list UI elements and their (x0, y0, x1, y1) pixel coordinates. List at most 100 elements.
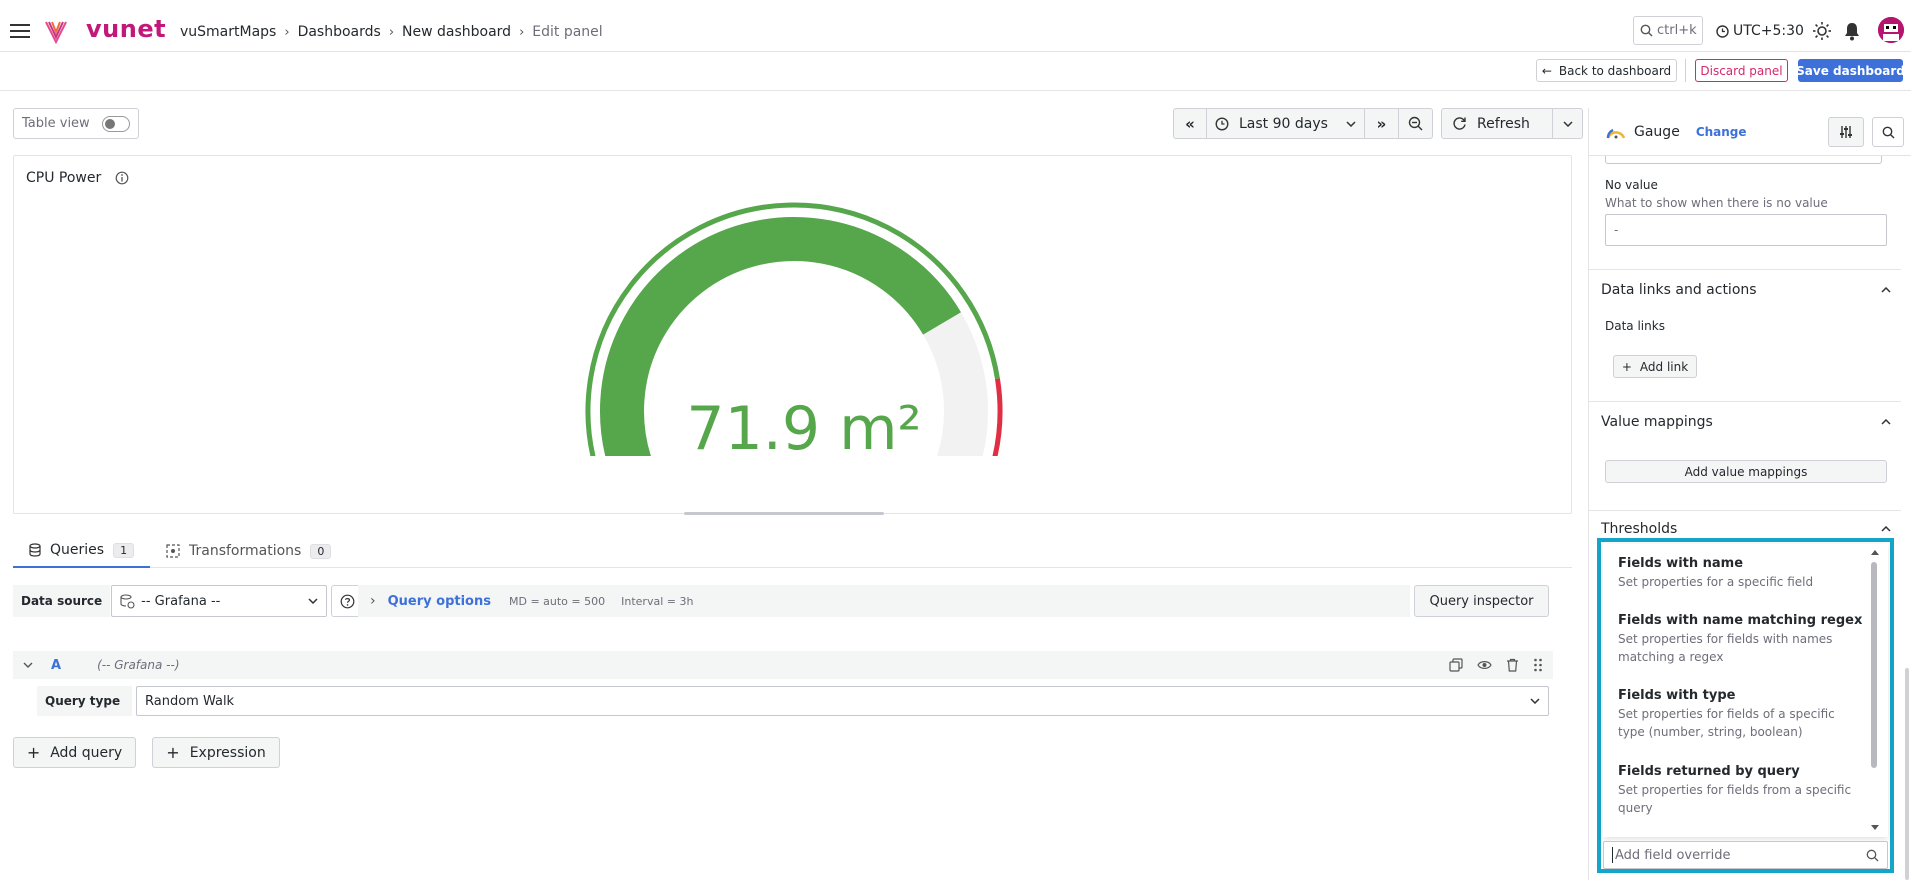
tab-transformations[interactable]: Transformations 0 (166, 534, 332, 568)
no-value-description: What to show when there is no value (1605, 196, 1828, 210)
theme-toggle-sun-icon[interactable] (1812, 21, 1832, 41)
gauge-icon (1605, 123, 1627, 141)
top-navigation-bar: vunet vuSmartMaps › Dashboards › New das… (0, 10, 1911, 52)
timezone-label: UTC+5:30 (1733, 23, 1804, 39)
add-link-button[interactable]: + Add link (1613, 355, 1697, 378)
duplicate-query-icon[interactable] (1449, 658, 1463, 672)
override-option-description: Set properties for a specific field (1618, 575, 1814, 589)
menu-scroll-down-arrow-icon[interactable] (1870, 824, 1880, 831)
search-icon (1640, 24, 1653, 37)
panel-resize-handle[interactable] (684, 512, 884, 515)
add-field-override-input[interactable]: Add field override (1603, 841, 1888, 869)
edit-panel-toolbar: ← Back to dashboard Discard panel Save d… (0, 52, 1911, 91)
toggle-switch[interactable] (101, 115, 130, 132)
no-value-input[interactable]: - (1605, 214, 1887, 246)
max-data-points-text: MD = auto = 500 (508, 594, 606, 608)
query-options-bar[interactable]: › Query options MD = auto = 500 Interval… (358, 585, 1410, 617)
notifications-bell-icon[interactable] (1843, 21, 1861, 41)
text-cursor (1612, 847, 1613, 863)
chevron-right-icon: › (284, 24, 290, 40)
back-to-dashboard-button[interactable]: ← Back to dashboard (1536, 59, 1677, 82)
field-override-menu: Fields with name Set properties for a sp… (1603, 544, 1888, 837)
add-value-mappings-button[interactable]: Add value mappings (1605, 460, 1887, 483)
visualization-name: Gauge (1634, 124, 1680, 140)
query-type-label: Query type (37, 686, 132, 716)
chevron-down-icon (308, 598, 318, 604)
tab-queries[interactable]: Queries 1 (13, 534, 150, 568)
table-view-toggle[interactable]: Table view (13, 108, 139, 139)
query-ref-id[interactable]: A (51, 658, 61, 673)
zoom-out-button[interactable] (1399, 108, 1433, 139)
query-a-header: A (-- Grafana --) (13, 651, 1553, 679)
data-source-value: -- Grafana -- (141, 593, 221, 609)
query-type-select[interactable]: Random Walk (136, 686, 1549, 716)
collapse-query-chevron-icon[interactable] (23, 662, 33, 668)
panel-title: CPU Power (26, 170, 102, 186)
search-shortcut-hint: ctrl+k (1657, 23, 1697, 38)
back-to-dashboard-label: Back to dashboard (1558, 63, 1672, 78)
arrow-left-icon: ← (1541, 63, 1552, 78)
timezone-picker[interactable]: UTC+5:30 (1716, 21, 1804, 41)
query-datasource-name: (-- Grafana --) (97, 658, 180, 672)
plus-icon: + (166, 743, 180, 762)
add-expression-button[interactable]: + Expression (152, 737, 280, 768)
threshold-band-red (992, 378, 1003, 456)
query-inspector-button[interactable]: Query inspector (1414, 585, 1549, 617)
chevron-right-icon: › (519, 24, 525, 40)
thresholds-title: Thresholds (1601, 521, 1678, 537)
hamburger-menu-icon[interactable] (10, 22, 30, 40)
delete-query-trash-icon[interactable] (1506, 658, 1519, 672)
change-visualization-link[interactable]: Change (1696, 125, 1747, 139)
override-option-fields-with-name[interactable]: Fields with name Set properties for a sp… (1618, 556, 1863, 591)
data-source-picker[interactable]: -- Grafana -- (111, 585, 328, 617)
question-circle-icon (340, 594, 355, 609)
override-option-description: Set properties for fields from a specifi… (1618, 783, 1852, 815)
info-icon[interactable] (115, 171, 129, 185)
breadcrumb-dashboards[interactable]: Dashboards (298, 24, 381, 40)
search-icon (1882, 126, 1895, 139)
breadcrumb-vusmartmaps[interactable]: vuSmartMaps (180, 24, 276, 40)
time-range-picker[interactable]: Last 90 days (1207, 108, 1365, 139)
toggle-visibility-eye-icon[interactable] (1477, 659, 1492, 671)
tab-queries-count: 1 (113, 542, 135, 558)
visualization-picker: Gauge Change (1605, 120, 1747, 144)
thresholds-section-header[interactable]: Thresholds (1601, 519, 1891, 539)
override-option-description: Set properties for fields with names mat… (1618, 632, 1833, 664)
override-option-fields-matching-regex[interactable]: Fields with name matching regex Set prop… (1618, 613, 1863, 666)
menu-scroll-up-arrow-icon[interactable] (1870, 549, 1880, 556)
save-dashboard-button[interactable]: Save dashboard (1796, 59, 1905, 82)
refresh-interval-dropdown[interactable] (1553, 108, 1583, 139)
refresh-button[interactable]: Refresh (1441, 108, 1553, 139)
add-field-override-placeholder: Add field override (1615, 847, 1731, 863)
data-source-label: Data source (13, 585, 111, 617)
time-range-controls: « Last 90 days » Refresh (1173, 108, 1583, 139)
value-mappings-section-header[interactable]: Value mappings (1601, 412, 1891, 432)
data-links-section-header[interactable]: Data links and actions (1601, 280, 1891, 300)
options-settings-button[interactable] (1828, 117, 1864, 147)
tab-transformations-count: 0 (310, 543, 332, 559)
refresh-label: Refresh (1477, 115, 1530, 132)
chevron-down-icon (1562, 120, 1573, 127)
search-button[interactable]: ctrl+k (1633, 16, 1703, 45)
search-icon (1866, 849, 1879, 862)
user-avatar[interactable] (1878, 17, 1904, 43)
add-query-button[interactable]: + Add query (13, 737, 136, 768)
breadcrumb-new-dashboard[interactable]: New dashboard (402, 24, 511, 40)
chevron-up-icon (1881, 419, 1891, 425)
menu-scrollbar-thumb[interactable] (1871, 562, 1877, 768)
vunet-logo-icon[interactable] (44, 18, 68, 44)
shift-back-button[interactable]: « (1173, 108, 1207, 139)
plus-icon: + (1621, 359, 1632, 374)
time-range-label: Last 90 days (1239, 115, 1328, 132)
discard-panel-button[interactable]: Discard panel (1695, 59, 1788, 82)
override-option-fields-returned-by-query[interactable]: Fields returned by query Set properties … (1618, 764, 1863, 817)
drag-handle-icon[interactable] (1533, 658, 1543, 672)
chevron-up-icon (1881, 526, 1891, 532)
override-option-description: Set properties for fields of a specific … (1618, 707, 1835, 739)
chevron-right-icon: › (370, 593, 376, 609)
shift-forward-button[interactable]: » (1365, 108, 1399, 139)
sidebar-scrollbar[interactable] (1905, 668, 1909, 880)
query-options-label[interactable]: Query options (388, 594, 491, 609)
override-option-fields-with-type[interactable]: Fields with type Set properties for fiel… (1618, 688, 1863, 741)
options-search-button[interactable] (1872, 117, 1904, 147)
